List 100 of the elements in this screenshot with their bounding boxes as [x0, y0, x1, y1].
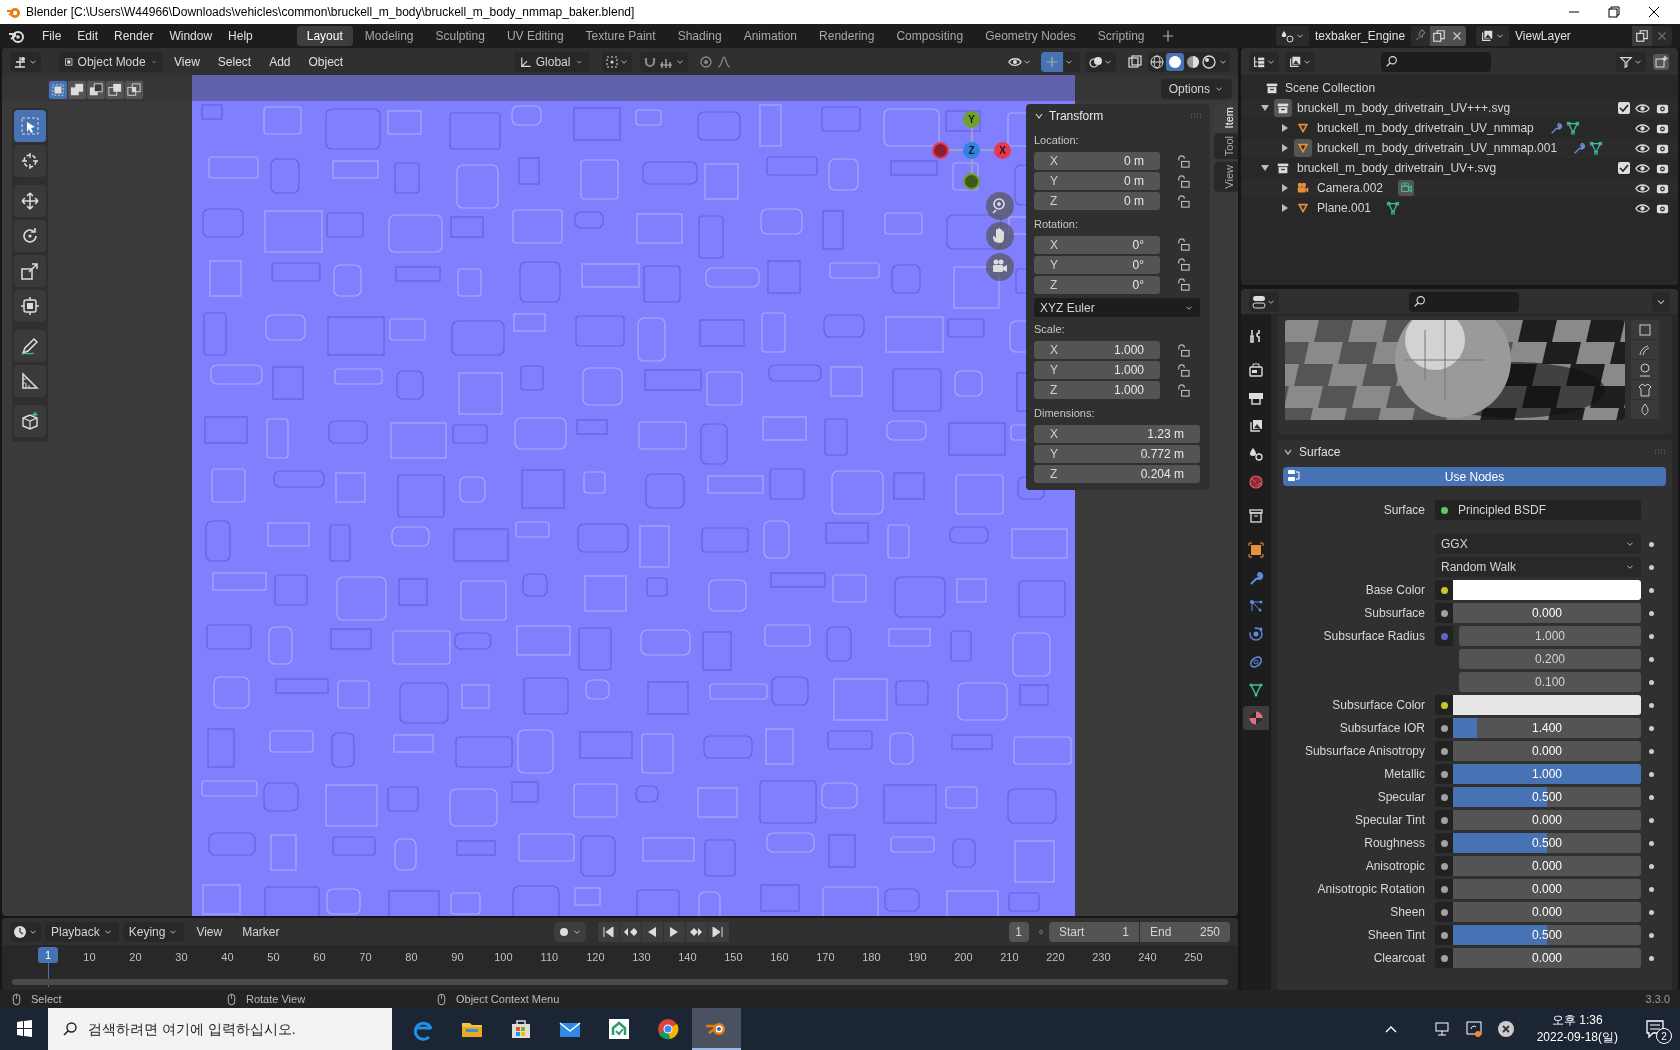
menu-item[interactable]: View — [188, 922, 231, 941]
slider-field[interactable]: 0.000 — [1453, 948, 1641, 968]
slider-field[interactable]: 0.000 — [1453, 603, 1641, 623]
workspace-tab[interactable]: UV Editing — [496, 26, 574, 46]
slider-value: 0.500 — [1532, 789, 1562, 806]
menu-dropdown[interactable]: Keying — [122, 921, 185, 942]
workspace-tab[interactable]: Geometry Nodes — [975, 26, 1086, 46]
number-field[interactable]: X 0° — [1034, 235, 1160, 254]
number-field[interactable]: Z 0.204 m — [1034, 464, 1200, 483]
start-frame-field[interactable]: Start 1 — [1049, 921, 1139, 942]
menu-item[interactable]: Add — [262, 52, 298, 71]
mode-dropdown[interactable]: Object Mode — [59, 51, 163, 72]
number-field[interactable]: Y 1.000 — [1034, 361, 1160, 379]
panel-title[interactable]: Transform — [1049, 107, 1104, 125]
number-field[interactable]: Z 1.000 — [1034, 381, 1160, 399]
number-field[interactable]: X 1.23 m — [1034, 424, 1200, 443]
field-value: 0 m — [1124, 193, 1144, 210]
workspace-tab[interactable]: Layout — [296, 26, 353, 46]
number-field[interactable]: Y 0.772 m — [1034, 444, 1200, 463]
panel-title[interactable]: Surface — [1299, 443, 1341, 461]
property-label: Subsurface — [1363, 605, 1426, 622]
workspace-tab[interactable]: Shading — [667, 26, 732, 46]
workspace-tab[interactable]: Scripting — [1087, 26, 1155, 46]
frame-number: 190 — [908, 950, 927, 965]
number-field[interactable]: 0.100 — [1459, 672, 1641, 692]
end-frame-field[interactable]: End 250 — [1140, 921, 1230, 942]
clock-date: 2022-09-18(일) — [1536, 1029, 1618, 1046]
menu-dropdown[interactable]: Playback — [45, 921, 119, 942]
menu-item[interactable]: Marker — [234, 922, 288, 941]
menu-item[interactable]: Object — [301, 52, 351, 71]
slider-field[interactable]: 0.500 — [1453, 787, 1641, 807]
slider-field[interactable]: 1.400 — [1453, 718, 1641, 738]
frame-number: 210 — [1000, 950, 1019, 965]
slider-field[interactable]: 0.000 — [1453, 856, 1641, 876]
workspace-tab[interactable]: Rendering — [809, 26, 885, 46]
menu-item[interactable]: Select — [210, 52, 259, 71]
window-title: Blender [C:\Users\W44966\Downloads\vehicles\common\bruckell_m_body\bruckell_m_body_nmmap_baker.blend] — [26, 4, 635, 21]
orientation-dropdown[interactable]: Global — [514, 51, 591, 72]
property-label: Specular — [1376, 789, 1426, 806]
field-value: 0 m — [1124, 173, 1144, 190]
menu-item[interactable]: View — [167, 52, 207, 71]
slider-field[interactable]: 0.500 — [1453, 833, 1641, 853]
property-label: Subsurface IOR — [1338, 720, 1426, 737]
rotation-mode-dropdown[interactable]: XYZ Euler — [1034, 298, 1200, 317]
sidebar-tab[interactable]: View — [1214, 161, 1238, 192]
dropdown-value: GGX — [1441, 536, 1468, 553]
menu-label: Playback — [51, 923, 100, 941]
tree-item-label[interactable]: bruckell_m_body_drivetrain_UV_nmmap — [1317, 119, 1534, 137]
slider-field[interactable]: 0.500 — [1453, 925, 1641, 945]
slider-field[interactable]: 0.000 — [1453, 741, 1641, 761]
slider-field[interactable]: 0.000 — [1453, 810, 1641, 830]
menu-item[interactable]: File — [34, 27, 70, 45]
workspace-tab[interactable]: Compositing — [886, 26, 974, 46]
number-field[interactable]: 1.000 — [1459, 626, 1641, 646]
options-dropdown[interactable]: Options — [1160, 79, 1232, 99]
workspace-tab[interactable]: Modeling — [354, 26, 424, 46]
tree-item-label[interactable]: bruckell_m_body_drivetrain_UV_nmmap.001 — [1317, 139, 1558, 157]
field-value: 0.772 m — [1140, 445, 1184, 463]
number-field[interactable]: Y 0° — [1034, 255, 1160, 274]
menu-item[interactable]: Help — [220, 27, 261, 45]
scene-name-field[interactable]: texbaker_Engine — [1309, 26, 1412, 46]
number-field[interactable]: X 0 m — [1034, 152, 1160, 170]
tree-item-label[interactable]: bruckell_m_body_drivetrain_UV+++.svg — [1297, 99, 1511, 117]
number-field[interactable]: Z 0° — [1034, 275, 1160, 294]
number-field[interactable]: 0.200 — [1459, 649, 1641, 669]
slider-value: 0.500 — [1532, 927, 1562, 944]
slider-value: 1.400 — [1532, 720, 1562, 737]
number-field[interactable]: X 1.000 — [1034, 341, 1160, 359]
status-hint: Object Context Menu — [456, 991, 560, 1007]
tree-item-label[interactable]: Scene Collection — [1285, 79, 1376, 97]
property-label: Metallic — [1383, 766, 1426, 783]
menu-item[interactable]: Edit — [69, 27, 107, 45]
menu-item[interactable]: Render — [106, 27, 162, 45]
workspace-tab[interactable]: Animation — [733, 26, 808, 46]
use-nodes-button[interactable]: Use Nodes — [1283, 467, 1666, 486]
dropdown[interactable]: GGX — [1435, 534, 1641, 554]
sidebar-tab[interactable]: Tool — [1214, 133, 1238, 160]
frame-number: 250 — [1184, 950, 1203, 965]
tree-item-label[interactable]: Plane.001 — [1317, 199, 1372, 217]
number-field[interactable]: Y 0 m — [1034, 172, 1160, 190]
clock[interactable]: 오후 1:36 2022-09-18(일) — [1536, 1012, 1618, 1046]
view-layer-field[interactable]: ViewLayer — [1509, 26, 1632, 46]
search-field[interactable]: 검색하려면 여기에 입력하십시오. — [48, 1008, 392, 1050]
menu-item[interactable]: Window — [161, 27, 221, 45]
tree-item-label[interactable]: bruckell_m_body_drivetrain_UV+.svg — [1297, 159, 1497, 177]
frame-number: 100 — [494, 950, 513, 965]
slider-field[interactable]: 0.000 — [1453, 902, 1641, 922]
node-link-field[interactable]: Principled BSDF — [1435, 500, 1641, 520]
dropdown[interactable]: Random Walk — [1435, 557, 1641, 577]
workspace-tab[interactable]: Sculpting — [425, 26, 495, 46]
current-frame-field[interactable]: 1 — [1008, 921, 1029, 942]
property-label: Specular Tint — [1353, 812, 1426, 829]
slider-field[interactable]: 1.000 — [1453, 764, 1641, 784]
workspace-tab[interactable]: Texture Paint — [575, 26, 666, 46]
notifications-button[interactable]: 2 — [1638, 1012, 1672, 1046]
number-field[interactable]: Z 0 m — [1034, 192, 1160, 210]
tree-item-label[interactable]: Camera.002 — [1317, 179, 1384, 197]
slider-field[interactable]: 0.000 — [1453, 879, 1641, 899]
playhead-frame[interactable]: 1 — [38, 947, 58, 963]
axis-label: Z — [1050, 276, 1058, 294]
